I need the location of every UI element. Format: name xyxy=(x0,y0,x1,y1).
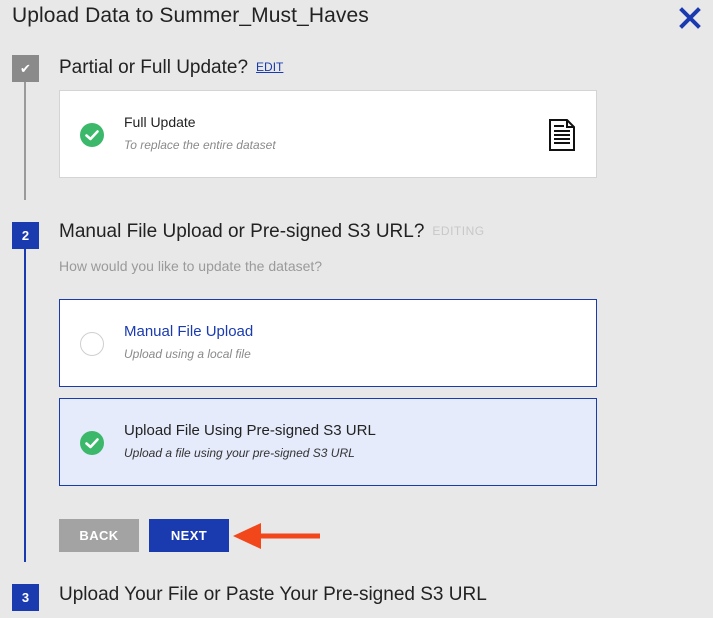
next-button[interactable]: NEXT xyxy=(149,519,229,552)
full-update-card: Full Update To replace the entire datase… xyxy=(59,90,597,178)
step-3-badge: 3 xyxy=(12,584,39,611)
s3-url-title: Upload File Using Pre-signed S3 URL xyxy=(124,422,376,439)
full-update-title: Full Update xyxy=(124,114,196,130)
step-1-badge: ✔ xyxy=(12,55,39,82)
manual-upload-subtitle: Upload using a local file xyxy=(124,347,251,361)
step-2-connector xyxy=(24,249,26,562)
green-check-icon xyxy=(80,431,104,455)
manual-upload-title: Manual File Upload xyxy=(124,323,254,340)
s3-url-option[interactable]: Upload File Using Pre-signed S3 URL Uplo… xyxy=(59,398,597,486)
close-icon[interactable] xyxy=(678,6,702,30)
step-2-badge: 2 xyxy=(12,222,39,249)
step-2-title-text: Manual File Upload or Pre-signed S3 URL? xyxy=(59,221,425,242)
close-button[interactable] xyxy=(678,6,702,30)
s3-url-subtitle: Upload a file using your pre-signed S3 U… xyxy=(124,446,355,460)
step-1-title: Partial or Full Update? EDIT xyxy=(59,57,283,79)
edit-link[interactable]: EDIT xyxy=(256,60,283,74)
checkmark-icon: ✔ xyxy=(20,60,31,76)
full-update-subtitle: To replace the entire dataset xyxy=(124,138,276,152)
radio-unselected-icon[interactable] xyxy=(80,332,104,356)
step-2-title: Manual File Upload or Pre-signed S3 URL?… xyxy=(59,221,485,243)
step-2-question: How would you like to update the dataset… xyxy=(59,258,323,274)
editing-status: EDITING xyxy=(432,224,485,238)
green-check-icon xyxy=(80,123,104,147)
manual-upload-option[interactable]: Manual File Upload Upload using a local … xyxy=(59,299,597,387)
red-arrow-icon xyxy=(233,523,320,549)
step-1-title-text: Partial or Full Update? xyxy=(59,57,249,78)
step-1-connector xyxy=(24,82,26,200)
step-3-title: Upload Your File or Paste Your Pre-signe… xyxy=(59,584,487,605)
back-button[interactable]: BACK xyxy=(59,519,139,552)
document-icon xyxy=(549,119,575,151)
dialog-title: Upload Data to Summer_Must_Haves xyxy=(12,4,369,27)
